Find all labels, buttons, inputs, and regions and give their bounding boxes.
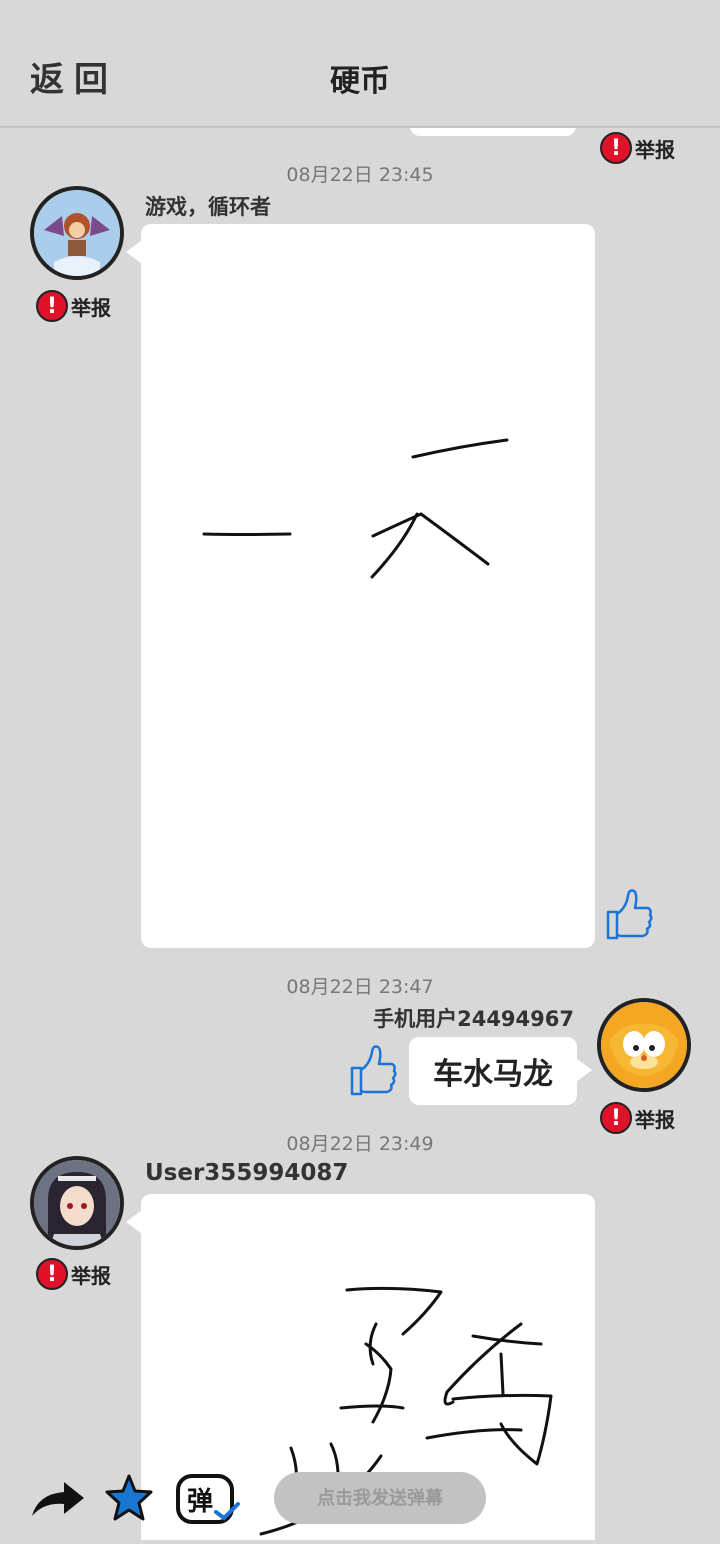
message-text: 车水马龙 xyxy=(433,1057,553,1092)
top-bar: 硬币 返回 xyxy=(0,0,720,128)
share-icon[interactable] xyxy=(30,1478,86,1520)
message-timestamp: 08月22日 23:47 xyxy=(286,976,434,998)
text-message-bubble[interactable]: 车水马龙 xyxy=(409,1037,577,1105)
avatar-image xyxy=(601,1002,687,1088)
username: User355994087 xyxy=(145,1160,349,1186)
report-label: 举报 xyxy=(635,137,675,162)
username: 手机用户24494967 xyxy=(373,1007,574,1031)
drawing-message-bubble[interactable] xyxy=(141,224,595,948)
avatar[interactable] xyxy=(597,998,691,1092)
thumbs-up-icon[interactable] xyxy=(604,886,654,942)
report-label: 举报 xyxy=(71,295,111,320)
avatar[interactable] xyxy=(30,1156,124,1250)
back-button[interactable]: 返回 xyxy=(30,52,118,101)
report-button[interactable]: ! 举报 xyxy=(36,1258,111,1290)
thumbs-up-icon[interactable] xyxy=(348,1042,398,1098)
bubble-tail xyxy=(126,240,142,264)
bubble-tail xyxy=(576,1058,592,1082)
avatar-image xyxy=(34,1160,120,1246)
username: 游戏，循环者 xyxy=(145,195,271,219)
warning-icon: ! xyxy=(36,290,68,322)
avatar[interactable] xyxy=(30,186,124,280)
report-button[interactable]: ! 举报 xyxy=(36,290,111,322)
message-timestamp: 08月22日 23:49 xyxy=(286,1133,434,1155)
danmu-icon-label: 弹 xyxy=(187,1487,214,1517)
bubble-tail xyxy=(126,1210,142,1234)
star-icon[interactable] xyxy=(104,1474,154,1522)
warning-icon: ! xyxy=(36,1258,68,1290)
report-label: 举报 xyxy=(71,1263,111,1288)
handwriting-drawing xyxy=(202,438,509,579)
danmu-input[interactable] xyxy=(274,1472,486,1524)
danmu-toggle-button[interactable]: 弹 xyxy=(174,1472,244,1526)
message-timestamp: 08月22日 23:45 xyxy=(286,164,434,186)
avatar-image xyxy=(34,190,120,276)
